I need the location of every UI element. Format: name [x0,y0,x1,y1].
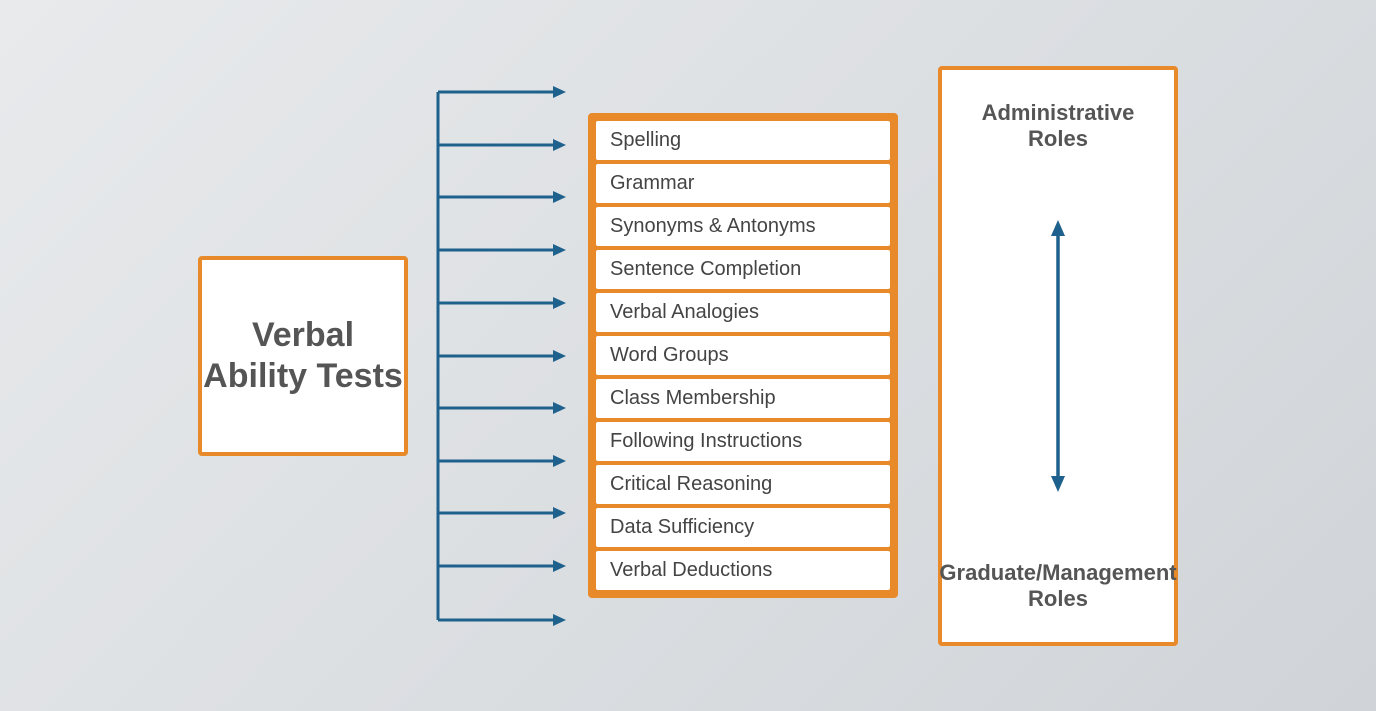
middle-box: Spelling Grammar Synonyms & Antonyms Sen… [588,113,898,598]
list-item: Data Sufficiency [596,508,890,547]
list-item: Following Instructions [596,422,890,461]
left-box-label: Verbal Ability Tests [202,315,404,397]
list-item: Word Groups [596,336,890,375]
list-item: Critical Reasoning [596,465,890,504]
list-item: Grammar [596,164,890,203]
list-item: Sentence Completion [596,250,890,289]
diagram: Verbal Ability Tests [198,66,1178,646]
list-item: Verbal Deductions [596,551,890,590]
list-item: Verbal Analogies [596,293,890,332]
connector [408,66,588,646]
right-box-bottom-label: Graduate/Management Roles [939,560,1176,612]
vertical-arrow [1043,152,1073,560]
left-box: Verbal Ability Tests [198,256,408,456]
right-box: Administrative Roles Graduate/Management… [938,66,1178,646]
list-item: Class Membership [596,379,890,418]
list-item: Synonyms & Antonyms [596,207,890,246]
list-item: Spelling [596,121,890,160]
right-box-top-label: Administrative Roles [962,100,1154,152]
